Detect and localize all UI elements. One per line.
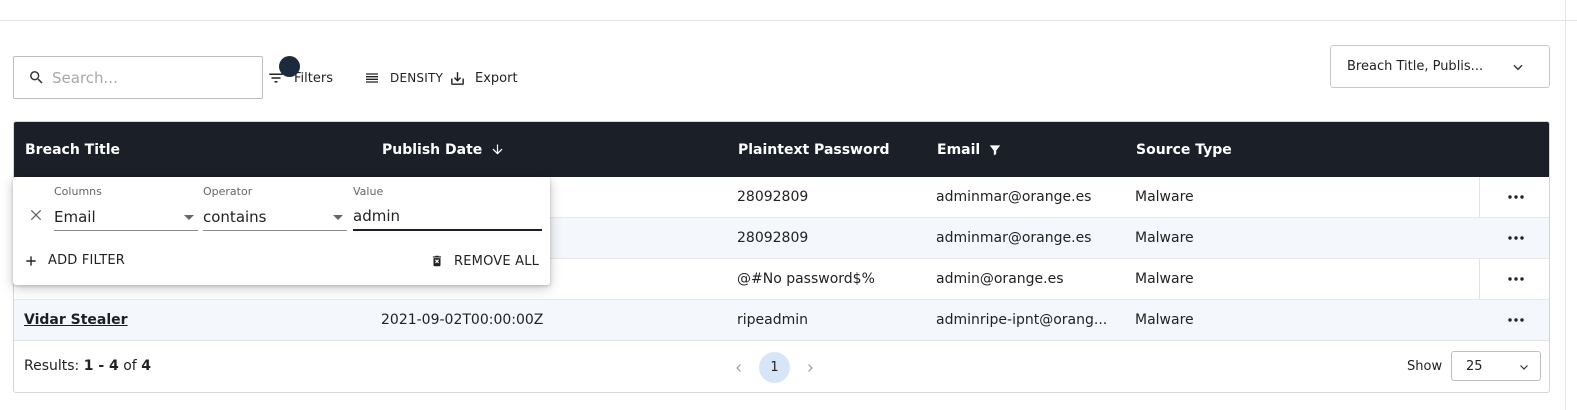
plus-icon	[26, 255, 36, 266]
header-breach-title[interactable]: Breach Title	[25, 122, 120, 177]
filter-operator-field: Operator contains	[203, 185, 347, 231]
cell-email: admin@orange.es	[936, 271, 1064, 287]
results-total: 4	[141, 358, 151, 374]
filter-active-icon[interactable]	[988, 143, 1002, 157]
columns-select-value: Breach Title, Publis...	[1347, 59, 1484, 74]
search-box[interactable]	[13, 56, 263, 99]
page-size-label: Show	[1407, 359, 1443, 374]
cell-email: adminripe-ipnt@orang...	[936, 312, 1108, 328]
cell-source-type: Malware	[1135, 312, 1194, 328]
top-divider	[0, 20, 1577, 21]
sort-descending-icon[interactable]	[490, 142, 505, 157]
filter-value-control	[353, 203, 542, 231]
dropdown-arrow-icon	[333, 215, 343, 220]
frame-edge	[1565, 0, 1566, 410]
cell-password: 28092809	[737, 230, 809, 246]
filter-columns-select[interactable]: Email	[54, 203, 198, 231]
page-size-select[interactable]: 25	[1451, 351, 1541, 381]
results-summary: Results: 1 - 4 of 4	[24, 358, 151, 374]
header-source-type[interactable]: Source Type	[1136, 122, 1232, 177]
chevron-down-icon	[1513, 64, 1523, 71]
add-filter-button[interactable]: ADD FILTER	[24, 253, 125, 268]
filter-columns-label: Columns	[54, 185, 102, 198]
header-email[interactable]: Email	[937, 122, 1002, 177]
table-header: Breach Title Publish Date Plaintext Pass…	[14, 122, 1549, 177]
export-label: Export	[475, 70, 518, 86]
table-row[interactable]: Vidar Stealer 2021-09-02T00:00:00Z ripea…	[14, 300, 1549, 341]
cell-source-type: Malware	[1135, 189, 1194, 205]
cell-source-type: Malware	[1135, 271, 1194, 287]
cell-password: 28092809	[737, 189, 809, 205]
table-footer: Results: 1 - 4 of 4 1 Show 25	[14, 340, 1549, 392]
search-icon	[30, 71, 43, 84]
results-range: 1 - 4	[83, 358, 119, 374]
filter-columns-field: Columns Email	[54, 185, 198, 231]
download-icon	[451, 71, 464, 85]
close-icon[interactable]	[28, 207, 44, 223]
cell-password: @#No password$%	[737, 271, 875, 287]
filter-count-badge	[279, 56, 300, 77]
cell-email: adminmar@orange.es	[936, 189, 1092, 205]
filter-value-field: Value	[353, 185, 542, 231]
row-more-button[interactable]	[1504, 218, 1528, 258]
pagination: 1	[724, 352, 825, 383]
filters-button[interactable]: Filters	[267, 56, 333, 92]
filter-value-label: Value	[353, 185, 384, 198]
cell-publish-date: 2021-09-02T00:00:00Z	[381, 312, 544, 328]
columns-select[interactable]: Breach Title, Publis...	[1330, 45, 1550, 88]
chevron-down-icon	[1520, 365, 1528, 370]
page-number-button[interactable]: 1	[759, 352, 790, 383]
more-horizontal-icon	[1508, 277, 1524, 281]
breach-title-link[interactable]: Vidar Stealer	[24, 312, 128, 328]
prev-page-button[interactable]	[724, 353, 754, 383]
filter-value-input[interactable]	[353, 207, 542, 225]
search-input[interactable]	[52, 68, 242, 87]
cell-breach-title: Vidar Stealer	[24, 300, 128, 340]
filter-operator-select[interactable]: contains	[203, 203, 347, 231]
header-plaintext-password[interactable]: Plaintext Password	[738, 122, 890, 177]
cell-password: ripeadmin	[737, 312, 809, 328]
chevron-right-icon	[808, 363, 813, 372]
delete-sweep-icon	[432, 255, 442, 267]
remove-all-button[interactable]: REMOVE ALL	[430, 253, 539, 269]
chevron-left-icon	[736, 363, 741, 372]
filters-label: Filters	[294, 70, 333, 86]
cell-email: adminmar@orange.es	[936, 230, 1092, 246]
more-horizontal-icon	[1508, 195, 1524, 199]
filter-operator-label: Operator	[203, 185, 253, 198]
more-horizontal-icon	[1508, 236, 1524, 240]
row-more-button[interactable]	[1504, 177, 1528, 217]
density-label: DENSITY	[390, 71, 444, 85]
more-horizontal-icon	[1508, 318, 1524, 322]
filter-panel: Columns Email Operator contains Value AD…	[13, 177, 550, 285]
cell-source-type: Malware	[1135, 230, 1194, 246]
density-icon	[366, 73, 378, 83]
row-more-button[interactable]	[1504, 300, 1528, 340]
dropdown-arrow-icon	[184, 215, 194, 220]
export-button[interactable]: Export	[449, 64, 518, 92]
next-page-button[interactable]	[795, 353, 825, 383]
density-button[interactable]: DENSITY	[364, 64, 443, 92]
header-publish-date[interactable]: Publish Date	[382, 122, 505, 177]
row-more-button[interactable]	[1504, 259, 1528, 299]
